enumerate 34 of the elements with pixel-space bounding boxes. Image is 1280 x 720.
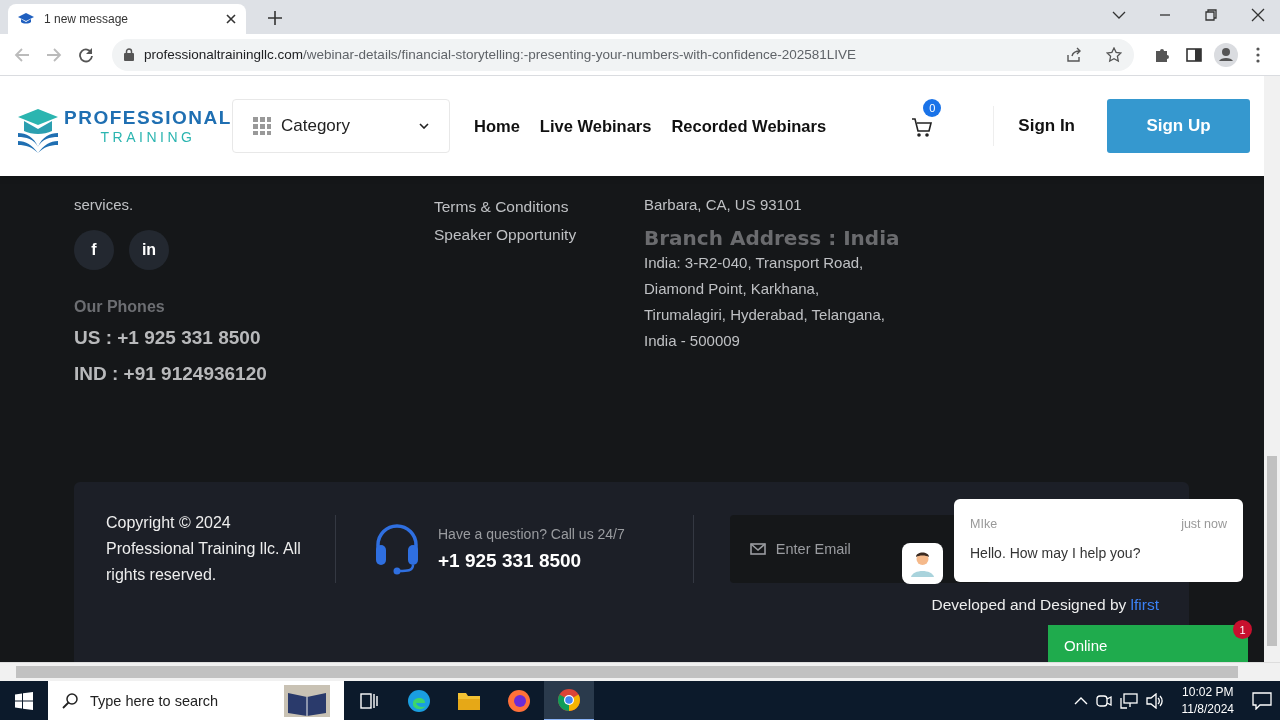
clock-date[interactable]: 11/8/2024 [1181,701,1234,718]
address-line: India - 500009 [644,331,741,351]
tab-title: 1 new message [44,12,130,26]
address-line: Tirumalagiri, Hyderabad, Telangana, [644,305,886,325]
taskbar-search-field[interactable]: Type here to search [48,681,344,720]
category-dropdown[interactable]: Category [232,99,450,153]
phones-heading: Our Phones [74,298,166,316]
sign-in-button[interactable]: Sign In [1012,115,1081,137]
copyright-text: Copyright © 2024 Professional Training llc. All rights reserved. [106,513,302,585]
address-line: India: 3-R2-040, Transport Road, [644,253,865,273]
cart-count-badge: 0 [923,99,942,117]
site-logo[interactable]: PROFESSIONAL TRAINING [16,99,232,153]
help-text: Have a question? Call us 24/7 [438,526,625,542]
phone-number: IND : +91 9124936120 [74,362,268,386]
nav-link[interactable]: Live Webinars [539,116,652,136]
nav-link[interactable]: Recorded Webinars [671,116,827,136]
footer-link[interactable]: Speaker Opportunity [434,226,644,244]
clock-time[interactable]: 10:02 PM [1181,684,1234,701]
social-link[interactable]: f [74,230,114,270]
address-bar[interactable]: professionaltrainingllc.com/webinar-details/financial-storytelling:-presenting-your-numbers-with-confidence-202581LIVE [112,38,1134,71]
credit-link[interactable]: lfirst [1130,596,1159,613]
nav-link[interactable]: Home [474,116,520,136]
branch-heading: Branch Address : India [644,226,901,250]
footer-link[interactable]: Terms & Conditions [434,198,644,216]
phone-number: US : +1 925 331 8500 [74,326,262,350]
social-link[interactable]: in [129,230,169,270]
help-phone: +1 925 331 8500 [438,550,583,572]
about-text: services. [74,195,135,215]
credit-text: Developed and Designed by lfirst [931,596,1159,614]
browser-tab[interactable]: 1 new message [8,4,246,34]
address-text: Barbara, CA, US 93101 [644,195,803,215]
address-line: Diamond Point, Karkhana, [644,279,821,299]
message-time: just now [1181,517,1227,531]
unread-badge: 1 [1233,620,1252,639]
